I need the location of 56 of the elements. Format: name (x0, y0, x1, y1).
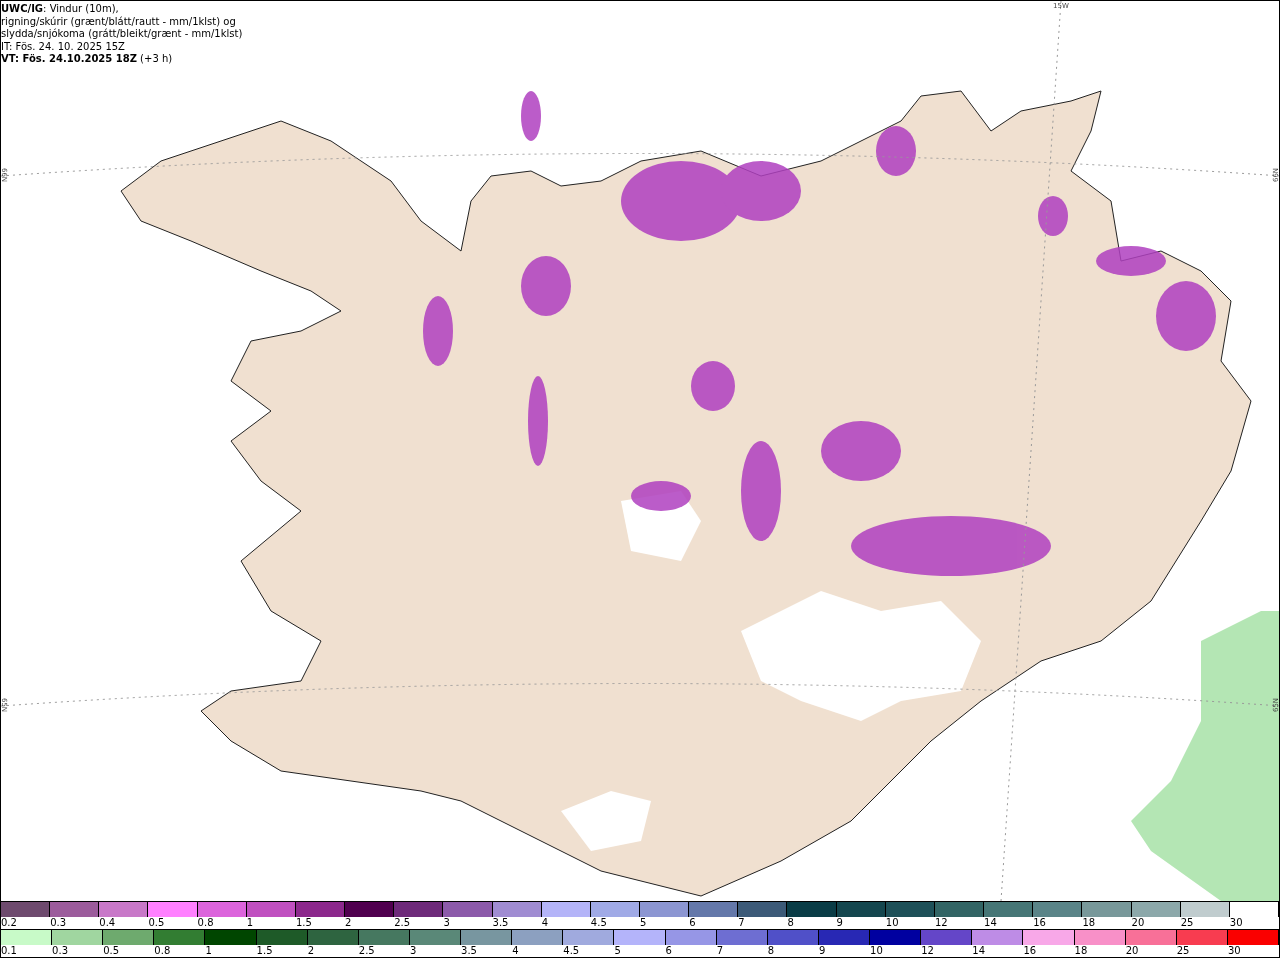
legend-label: 4 (541, 917, 550, 929)
legend-label: 0.1 (1, 945, 18, 957)
legend-label: 7 (738, 917, 746, 929)
legend-label: 1.5 (295, 917, 313, 929)
legend-label: 0.3 (50, 917, 68, 929)
legend-label: 12 (921, 945, 935, 957)
legend-label: 30 (1229, 917, 1244, 929)
legend-label: 5 (640, 917, 648, 929)
legend-label: 0.8 (197, 917, 215, 929)
legend-label: 4.5 (563, 945, 581, 957)
legend-label: 16 (1023, 945, 1038, 957)
legend-label: 0.3 (52, 945, 69, 957)
legend-label: 6 (689, 917, 697, 929)
legend-label: 4 (512, 945, 520, 957)
legend-label: 2 (307, 945, 316, 957)
legend-label: 25 (1176, 945, 1191, 957)
legend-label: 18 (1082, 917, 1097, 929)
legend-label: 9 (818, 945, 827, 957)
legend-label: 18 (1074, 945, 1089, 957)
legend-label: 1 (205, 945, 213, 957)
map-subtitle: IT: Fös. 24. 10. 2025 15Z (1, 40, 126, 54)
legend-label: 16 (1033, 917, 1047, 929)
legend-label: 3 (443, 917, 451, 929)
legend-label: 0.5 (103, 945, 121, 957)
legend-label: 20 (1131, 917, 1146, 929)
legend-label: 0.5 (148, 917, 166, 929)
legend-label: 1.5 (256, 945, 274, 957)
legend-label: 5 (614, 945, 622, 957)
legend-label: 0.2 (1, 917, 18, 929)
map-title: UWC/IG: Vindur (10m), (1, 3, 120, 16)
legend-label: 3.5 (492, 917, 510, 929)
legend-label: 8 (787, 917, 795, 929)
legend-label: 7 (716, 945, 725, 957)
legend-label: 8 (767, 945, 776, 957)
map-subtitle: slydda/snjókoma (grátt/bleikt/grænt - mm/1klst) (1, 28, 243, 41)
legend-label: 3 (409, 945, 418, 957)
legend-label: 2.5 (394, 917, 412, 929)
legend-label: 14 (984, 917, 998, 929)
legend-label: 30 (1227, 945, 1242, 957)
legend-label: 20 (1125, 945, 1140, 957)
legend-label: 14 (972, 945, 986, 957)
legend-label: 25 (1180, 917, 1195, 929)
legend-label: 4.5 (590, 917, 608, 929)
legend-label: 2 (345, 917, 353, 929)
legend-label: 3.5 (461, 945, 478, 957)
legend-label: 10 (870, 945, 884, 957)
legend-label: 0.4 (99, 917, 117, 929)
legend-label: 2.5 (358, 945, 376, 957)
legend-label: 12 (934, 917, 949, 929)
legend-label: 1 (246, 917, 255, 929)
valid-time: VT: Fös. 24.10.2025 18Z (+3 h) (1, 53, 174, 66)
legend-label: 10 (885, 917, 900, 929)
map-subtitle: rigning/skúrir (grænt/blátt/rautt - mm/1klst) og (1, 15, 237, 28)
legend-label: 6 (665, 945, 673, 957)
legend-label: 9 (836, 917, 844, 929)
legend-label: 0.8 (154, 945, 172, 957)
